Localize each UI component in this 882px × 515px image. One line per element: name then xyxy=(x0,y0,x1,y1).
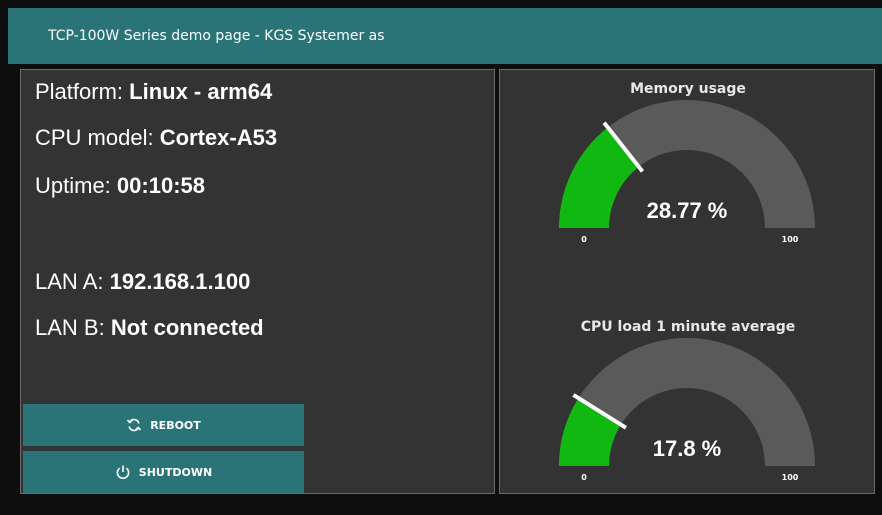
memory-gauge-max-label: 100 xyxy=(782,235,799,244)
reboot-label: REBOOT xyxy=(150,418,201,432)
cpu-gauge-max-label: 100 xyxy=(782,473,799,482)
lan-a-value: 192.168.1.100 xyxy=(109,269,251,294)
lan-a-row: LAN A: 192.168.1.100 xyxy=(35,269,250,295)
lan-b-label: LAN B: xyxy=(35,315,105,340)
header-bar: TCP-100W Series demo page - KGS Systemer… xyxy=(8,8,882,64)
gauges-panel: Memory usage 28.77 % 0 100 CPU load 1 minu… xyxy=(499,69,875,494)
platform-value: Linux - arm64 xyxy=(129,79,273,104)
page-title: TCP-100W Series demo page - KGS Systemer… xyxy=(48,28,385,44)
shutdown-button[interactable]: SHUTDOWN xyxy=(23,451,304,493)
uptime-row: Uptime: 00:10:58 xyxy=(35,173,205,199)
shutdown-label: SHUTDOWN xyxy=(138,465,213,479)
memory-gauge-value: 28.77 % xyxy=(647,198,728,223)
cpu-gauge-value: 17.8 % xyxy=(653,436,722,461)
lan-b-row: LAN B: Not connected xyxy=(35,315,264,341)
refresh-icon xyxy=(126,417,142,433)
system-info-panel: Platform: Linux - arm64 CPU model: Corte… xyxy=(20,69,495,494)
memory-gauge: Memory usage 28.77 % 0 100 xyxy=(500,70,876,270)
platform-row: Platform: Linux - arm64 xyxy=(35,79,272,105)
lan-a-label: LAN A: xyxy=(35,269,104,294)
memory-gauge-min-label: 0 xyxy=(581,235,587,244)
uptime-label: Uptime: xyxy=(35,173,111,198)
power-icon xyxy=(115,464,131,480)
cpu-model-value: Cortex-A53 xyxy=(159,125,278,150)
reboot-button[interactable]: REBOOT xyxy=(23,404,304,446)
lan-b-value: Not connected xyxy=(110,315,264,340)
cpu-gauge: CPU load 1 minute average 17.8 % 0 100 xyxy=(500,308,876,495)
memory-gauge-dial: 28.77 % 0 100 xyxy=(559,100,815,244)
cpu-model-label: CPU model: xyxy=(35,125,154,150)
cpu-gauge-min-label: 0 xyxy=(581,473,587,482)
uptime-value: 00:10:58 xyxy=(116,173,205,198)
platform-label: Platform: xyxy=(35,79,124,104)
cpu-gauge-dial: 17.8 % 0 100 xyxy=(559,338,815,482)
cpu-model-row: CPU model: Cortex-A53 xyxy=(35,125,277,151)
